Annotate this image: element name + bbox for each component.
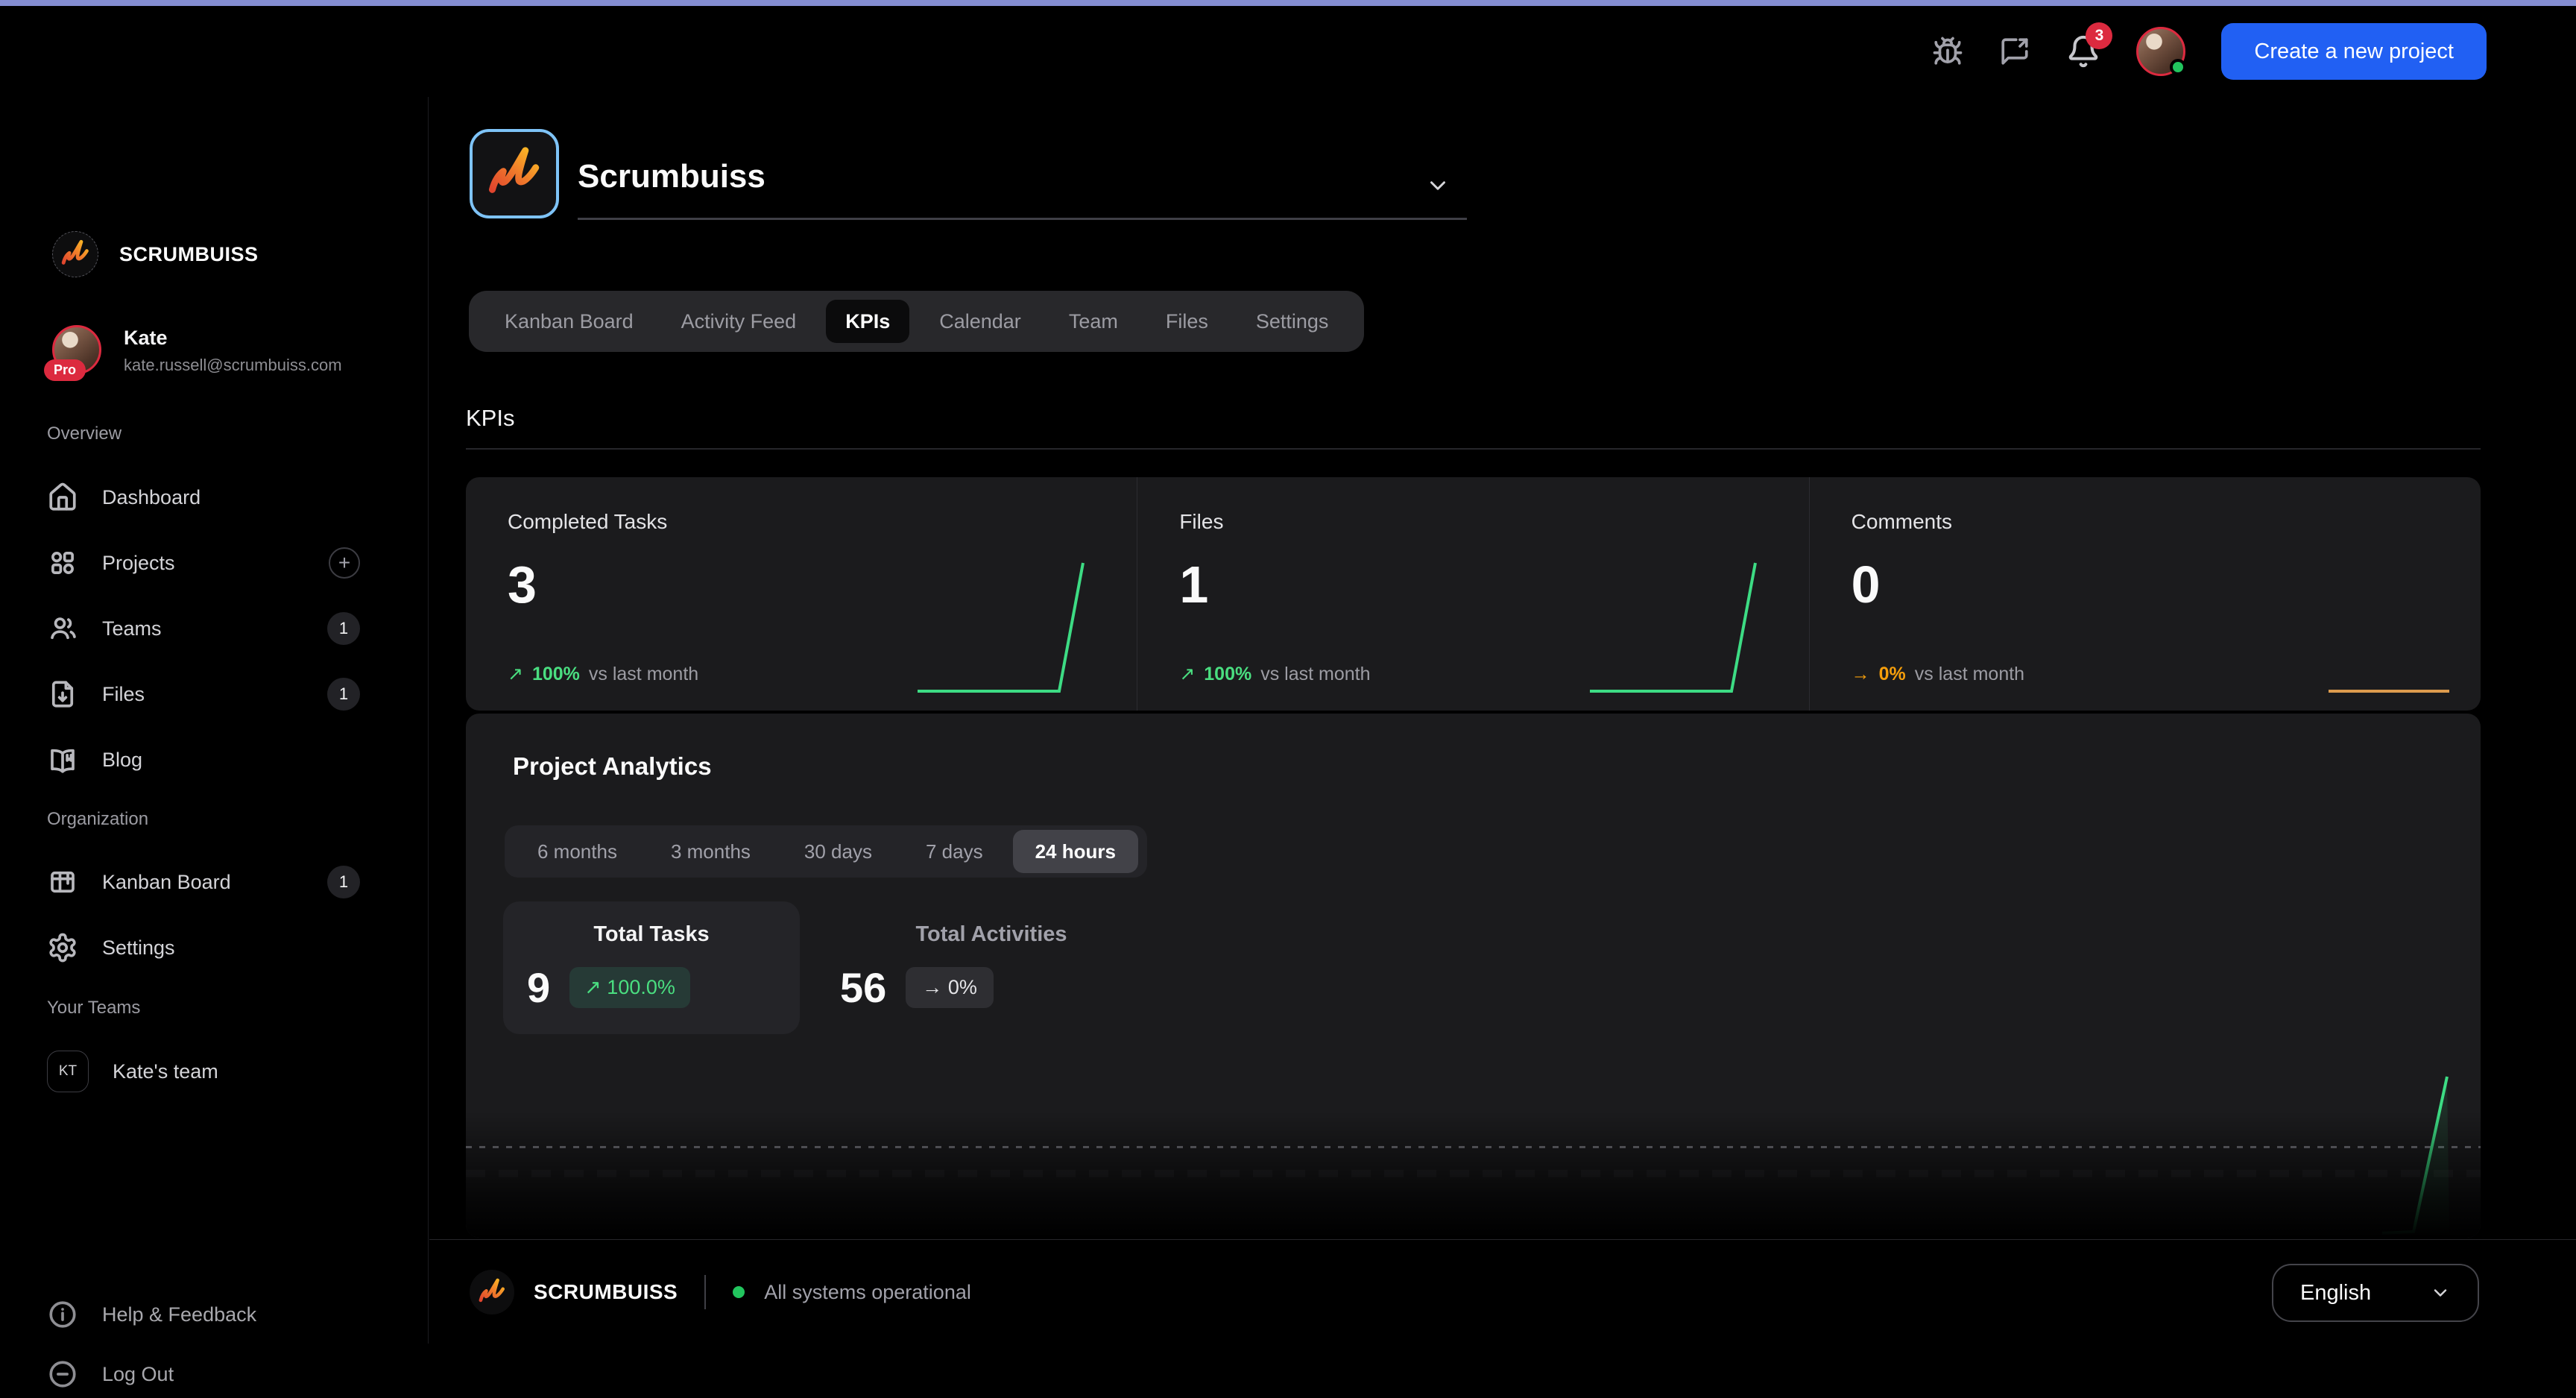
sidebar-item-projects[interactable]: Projects + — [47, 539, 382, 587]
sidebar-item-teams[interactable]: Teams 1 — [47, 605, 382, 652]
tab-activity-feed[interactable]: Activity Feed — [657, 291, 821, 352]
tab-calendar[interactable]: Calendar — [915, 291, 1045, 352]
brand-name: SCRUMBUISS — [119, 243, 259, 266]
user-avatar: Pro — [52, 325, 101, 374]
sidebar-item-dashboard[interactable]: Dashboard — [47, 473, 382, 521]
feedback-icon[interactable] — [1999, 36, 2030, 67]
sidebar-item-files[interactable]: Files 1 — [47, 670, 382, 718]
home-icon — [47, 482, 78, 513]
tab-team[interactable]: Team — [1045, 291, 1142, 352]
range-24-hours[interactable]: 24 hours — [1013, 830, 1138, 873]
system-status-text: All systems operational — [764, 1281, 971, 1304]
footer-brand: SCRUMBUISS — [534, 1280, 678, 1304]
sidebar-item-kates-team[interactable]: KT Kate's team — [47, 1048, 382, 1095]
range-3-months[interactable]: 3 months — [644, 825, 777, 878]
workspace-tabbar: Kanban Board Activity Feed KPIs Calendar… — [469, 291, 1364, 352]
divider — [466, 448, 2481, 450]
analytics-title: Project Analytics — [513, 752, 712, 781]
kpi-completed-tasks: Completed Tasks 3 ↗ 100% vs last month — [466, 477, 1137, 711]
title-underline — [578, 218, 1467, 220]
range-7-days[interactable]: 7 days — [899, 825, 1010, 878]
files-count-badge: 1 — [327, 678, 360, 711]
section-label-organization: Organization — [47, 809, 148, 830]
add-project-button[interactable]: + — [329, 547, 360, 579]
project-analytics-card: Project Analytics 6 months 3 months 30 d… — [466, 714, 2481, 1238]
sidebar-item-blog[interactable]: Blog — [47, 736, 382, 784]
grid-icon — [47, 547, 78, 579]
tab-kpis[interactable]: KPIs — [826, 300, 909, 343]
teams-count-badge: 1 — [327, 612, 360, 645]
sidebar-item-settings[interactable]: Settings — [47, 924, 382, 972]
user-avatar[interactable] — [2136, 27, 2185, 76]
sparkline-green — [1582, 555, 1784, 697]
users-icon — [47, 613, 78, 644]
kanban-count-badge: 1 — [327, 866, 360, 898]
status-dot — [733, 1286, 745, 1298]
file-download-icon — [47, 678, 78, 710]
team-avatar: KT — [47, 1051, 89, 1092]
trend-up-arrow-icon: ↗ — [508, 663, 523, 685]
sidebar-brand[interactable]: SCRUMBUISS — [52, 231, 259, 277]
user-email: kate.russell@scrumbuiss.com — [124, 356, 342, 375]
language-value: English — [2300, 1281, 2371, 1306]
minus-circle-icon — [47, 1358, 78, 1390]
bug-report-icon[interactable] — [1932, 36, 1963, 67]
kpi-card-row: Completed Tasks 3 ↗ 100% vs last month F… — [466, 477, 2481, 711]
sidebar-item-help-feedback[interactable]: Help & Feedback — [47, 1291, 382, 1338]
tab-kanban-board[interactable]: Kanban Board — [481, 291, 657, 352]
stat-total-activities[interactable]: Total Activities 56 → 0% — [816, 901, 1167, 1034]
user-name: Kate — [124, 327, 342, 350]
trend-up-arrow-icon: ↗ — [1179, 663, 1195, 685]
window-accent-strip — [0, 0, 2576, 6]
sidebar-user-card[interactable]: Pro Kate kate.russell@scrumbuiss.com — [52, 325, 342, 375]
create-project-button[interactable]: Create a new project — [2221, 23, 2487, 80]
brand-logo-icon — [470, 1270, 514, 1314]
info-icon — [47, 1299, 78, 1330]
brand-logo-icon — [52, 231, 98, 277]
tab-files[interactable]: Files — [1142, 291, 1232, 352]
stat-total-tasks[interactable]: Total Tasks 9 ↗ 100.0% — [503, 901, 800, 1034]
language-select[interactable]: English — [2272, 1264, 2479, 1322]
footer: SCRUMBUISS All systems operational Engli… — [429, 1239, 2576, 1344]
gear-icon — [47, 932, 78, 963]
sidebar: SCRUMBUISS Pro Kate kate.russell@scrumbu… — [0, 97, 429, 1344]
pro-plan-badge: Pro — [44, 359, 86, 381]
tab-settings[interactable]: Settings — [1232, 291, 1353, 352]
section-label-overview: Overview — [47, 424, 121, 444]
notifications-badge: 3 — [2086, 22, 2112, 49]
book-icon — [47, 744, 78, 775]
sidebar-item-log-out[interactable]: Log Out — [47, 1350, 382, 1398]
workspace-title: Scrumbuiss — [578, 158, 765, 195]
sidebar-item-kanban-board[interactable]: Kanban Board 1 — [47, 858, 382, 906]
trend-flat-arrow-icon: → — [1852, 664, 1870, 685]
notifications-bell-icon[interactable]: 3 — [2066, 34, 2100, 69]
online-status-dot — [2170, 59, 2186, 75]
range-6-months[interactable]: 6 months — [511, 825, 644, 878]
chart-bottom-fade — [466, 1111, 2481, 1238]
section-label-your-teams: Your Teams — [47, 998, 140, 1018]
kpi-section-title: KPIs — [466, 405, 514, 432]
kpi-comments: Comments 0 → 0% vs last month — [1809, 477, 2481, 711]
topbar: 3 Create a new project — [0, 6, 2576, 97]
kanban-icon — [47, 866, 78, 898]
divider — [704, 1275, 706, 1309]
kpi-files: Files 1 ↗ 100% vs last month — [1137, 477, 1808, 711]
workspace-logo[interactable] — [470, 129, 559, 218]
chevron-down-icon — [2430, 1282, 2451, 1303]
delta-pill-gray: → 0% — [906, 967, 994, 1008]
sparkline-green — [910, 555, 1111, 697]
sparkline-amber — [2254, 555, 2455, 697]
delta-pill-green: ↗ 100.0% — [569, 967, 690, 1008]
chevron-down-icon[interactable] — [1425, 173, 1450, 198]
range-30-days[interactable]: 30 days — [777, 825, 899, 878]
time-range-selector: 6 months 3 months 30 days 7 days 24 hour… — [505, 825, 1147, 878]
